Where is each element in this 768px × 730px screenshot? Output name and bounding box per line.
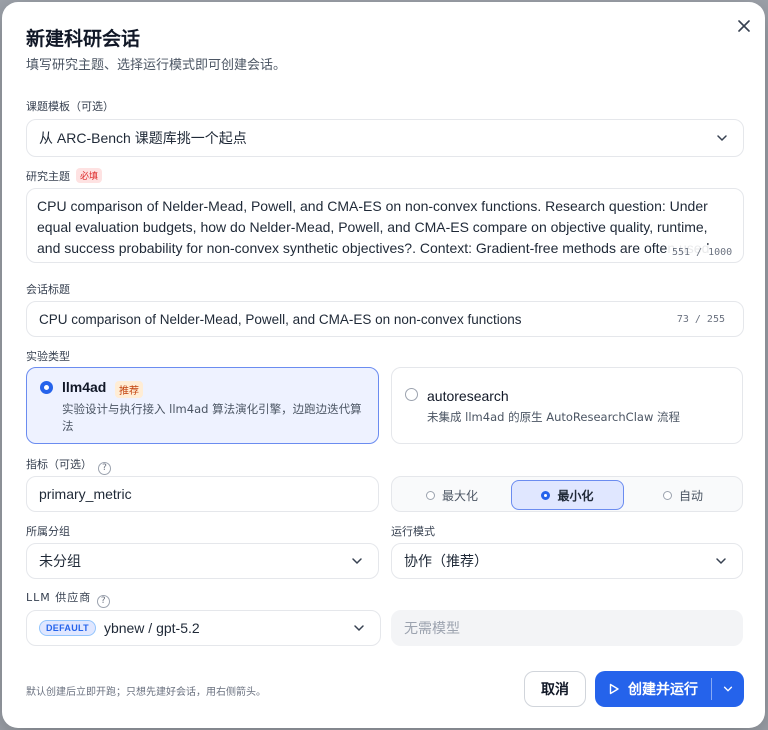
radio-selected[interactable] [40, 381, 53, 394]
direction-label: 最小化 [557, 488, 594, 503]
chevron-down-icon [352, 558, 362, 565]
group-select[interactable]: 未分组 [26, 543, 379, 579]
metric-value: primary_metric [39, 486, 132, 502]
template-label: 课题模板（可选） [26, 100, 114, 113]
radio-icon [425, 490, 435, 500]
session-title-label: 会话标题 [26, 283, 70, 296]
llm-provider-select[interactable]: DEFAULT ybnew / gpt-5.2 [26, 610, 381, 646]
topic-textarea[interactable]: CPU comparison of Nelder-Mead, Powell, a… [26, 188, 744, 263]
new-session-dialog: 新建科研会话 填写研究主题、选择运行模式即可创建会话。 课题模板（可选） 从 A… [2, 2, 765, 728]
chevron-down-icon [723, 686, 733, 692]
direction-minimize[interactable]: 最小化 [511, 480, 624, 510]
llm-label-text: LLM 供应商 [26, 591, 92, 604]
topic-counter: 551 / 1000 [668, 245, 737, 260]
run-mode-label: 运行模式 [391, 525, 435, 538]
group-value: 未分组 [39, 553, 81, 569]
direction-maximize[interactable]: 最大化 [398, 480, 506, 510]
radio-icon [541, 490, 551, 500]
radio-unselected[interactable] [405, 388, 418, 401]
direction-label: 自动 [678, 488, 703, 503]
experiment-option-autoresearch[interactable]: autoresearch 未集成 llm4ad 的原生 AutoResearch… [391, 367, 743, 444]
experiment-option-desc: 未集成 llm4ad 的原生 AutoResearchClaw 流程 [427, 410, 681, 424]
experiment-option-name: llm4ad [62, 379, 107, 395]
recommend-badge: 推荐 [115, 381, 143, 398]
direction-auto[interactable]: 自动 [629, 480, 737, 510]
radio-icon [662, 490, 672, 500]
group-label: 所属分组 [26, 525, 70, 538]
metric-input[interactable]: primary_metric [26, 476, 379, 512]
topic-label-text: 研究主题 [26, 170, 70, 183]
metric-label-text: 指标（可选） [26, 458, 92, 471]
model-placeholder: 无需模型 [404, 620, 460, 636]
dialog-title: 新建科研会话 [26, 28, 141, 50]
experiment-option-llm4ad[interactable]: llm4ad 推荐 实验设计与执行接入 llm4ad 算法演化引擎，边跑边迭代算… [26, 367, 379, 444]
required-badge: 必填 [76, 168, 103, 183]
session-title-counter: 73 / 255 [672, 311, 729, 327]
chevron-down-icon [354, 625, 364, 632]
metric-label: 指标（可选）? [26, 456, 111, 475]
metric-direction-toggle: 最大化 最小化 自动 [391, 476, 743, 512]
llm-provider-value: ybnew / gpt-5.2 [103, 620, 200, 636]
session-title-input[interactable]: CPU comparison of Nelder-Mead, Powell, a… [26, 301, 744, 337]
template-select-value: 从 ARC-Bench 课题库挑一个起点 [39, 130, 247, 146]
close-icon [738, 20, 750, 32]
footer-hint: 默认创建后立即开跑；只想先建好会话，用右侧箭头。 [26, 687, 266, 698]
create-options-dropdown[interactable] [712, 671, 744, 707]
create-and-run-label: 创建并运行 [628, 681, 698, 697]
direction-label: 最大化 [441, 488, 478, 503]
default-badge: DEFAULT [39, 620, 96, 636]
experiment-label: 实验类型 [26, 350, 70, 363]
create-and-run-main[interactable]: 创建并运行 [595, 671, 711, 707]
run-mode-select[interactable]: 协作（推荐） [391, 543, 743, 579]
dialog-subtitle: 填写研究主题、选择运行模式即可创建会话。 [26, 58, 287, 73]
llm-label: LLM 供应商? [26, 589, 111, 608]
topic-text: CPU comparison of Nelder-Mead, Powell, a… [37, 198, 709, 262]
cancel-button[interactable]: 取消 [524, 671, 586, 707]
model-input-disabled: 无需模型 [391, 610, 743, 646]
experiment-option-desc: 实验设计与执行接入 llm4ad 算法演化引擎，边跑边迭代算法 [62, 402, 362, 433]
topic-label: 研究主题 必填 [26, 168, 103, 184]
session-title-value: CPU comparison of Nelder-Mead, Powell, a… [39, 311, 522, 327]
run-mode-value: 协作（推荐） [404, 553, 488, 569]
help-icon[interactable]: ? [98, 461, 111, 475]
experiment-option-name: autoresearch [427, 388, 509, 404]
create-and-run-button[interactable]: 创建并运行 [595, 671, 744, 707]
play-icon [609, 683, 619, 695]
template-select[interactable]: 从 ARC-Bench 课题库挑一个起点 [26, 119, 744, 157]
help-icon[interactable]: ? [97, 594, 111, 608]
chevron-down-icon [717, 135, 727, 142]
chevron-down-icon [716, 558, 726, 565]
close-button[interactable] [734, 16, 754, 36]
